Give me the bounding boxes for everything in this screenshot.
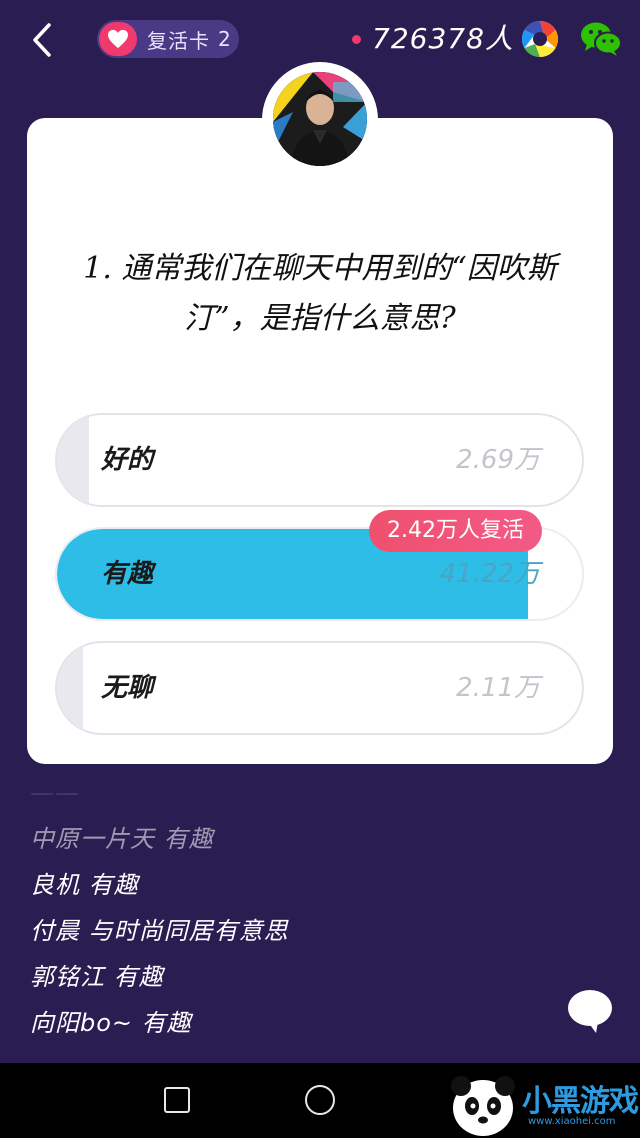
comment-item: 中原一片天 有趣 (30, 825, 214, 853)
home-button[interactable] (305, 1085, 335, 1115)
revive-card-button[interactable]: 复活卡 2 (97, 20, 239, 58)
revive-card-count: 2 (218, 27, 231, 51)
aperture-icon (521, 20, 559, 58)
live-comments: —— 中原一片天 有趣 良机 有趣 付晨 与时尚同居有意思 郭铭江 有趣 向阳b… (30, 770, 550, 1046)
wechat-share-button[interactable] (580, 20, 622, 58)
comment-item: 良机 有趣 (30, 871, 139, 899)
wechat-icon (581, 22, 622, 56)
watermark-url: www.xiaohei.com (528, 1116, 616, 1127)
chat-bubble-icon (568, 990, 612, 1033)
back-button[interactable] (22, 18, 62, 62)
comment-item: 郭铭江 有趣 (30, 963, 164, 991)
recents-button[interactable] (164, 1087, 190, 1113)
option-vote-count: 2.11万 (456, 673, 540, 703)
watermark-brand: 小黑游戏 (522, 1084, 639, 1119)
option-label: 有趣 (101, 559, 154, 589)
online-count: 726378人 (372, 22, 514, 55)
quiz-screen: 复活卡 2 726378人 1. 通常我们在聊天中用到的“因吹斯汀”，是指什么意… (0, 0, 640, 1138)
option-label: 无聊 (101, 673, 154, 703)
heart-icon (99, 22, 137, 56)
revive-card-label: 复活卡 (147, 28, 210, 53)
comment-item: —— (30, 779, 80, 807)
answer-option-3[interactable]: 无聊 2.11万 (55, 641, 584, 735)
host-avatar (273, 72, 367, 166)
revived-count-badge: 2.42万人复活 (369, 510, 542, 552)
answer-option-1[interactable]: 好的 2.69万 (55, 413, 584, 507)
option-label: 好的 (101, 445, 154, 475)
live-dot (352, 35, 361, 44)
chat-button[interactable] (566, 988, 614, 1034)
chevron-left-icon (33, 23, 51, 57)
option-vote-bar (57, 643, 84, 733)
option-vote-bar (57, 415, 89, 505)
comment-item: 付晨 与时尚同居有意思 (30, 917, 289, 945)
option-vote-count: 2.69万 (456, 445, 540, 475)
question-text: 1. 通常我们在聊天中用到的“因吹斯汀”，是指什么意思? (83, 251, 557, 336)
moments-share-button[interactable] (521, 20, 559, 58)
comment-item: 向阳bo~ 有趣 (30, 1009, 192, 1037)
